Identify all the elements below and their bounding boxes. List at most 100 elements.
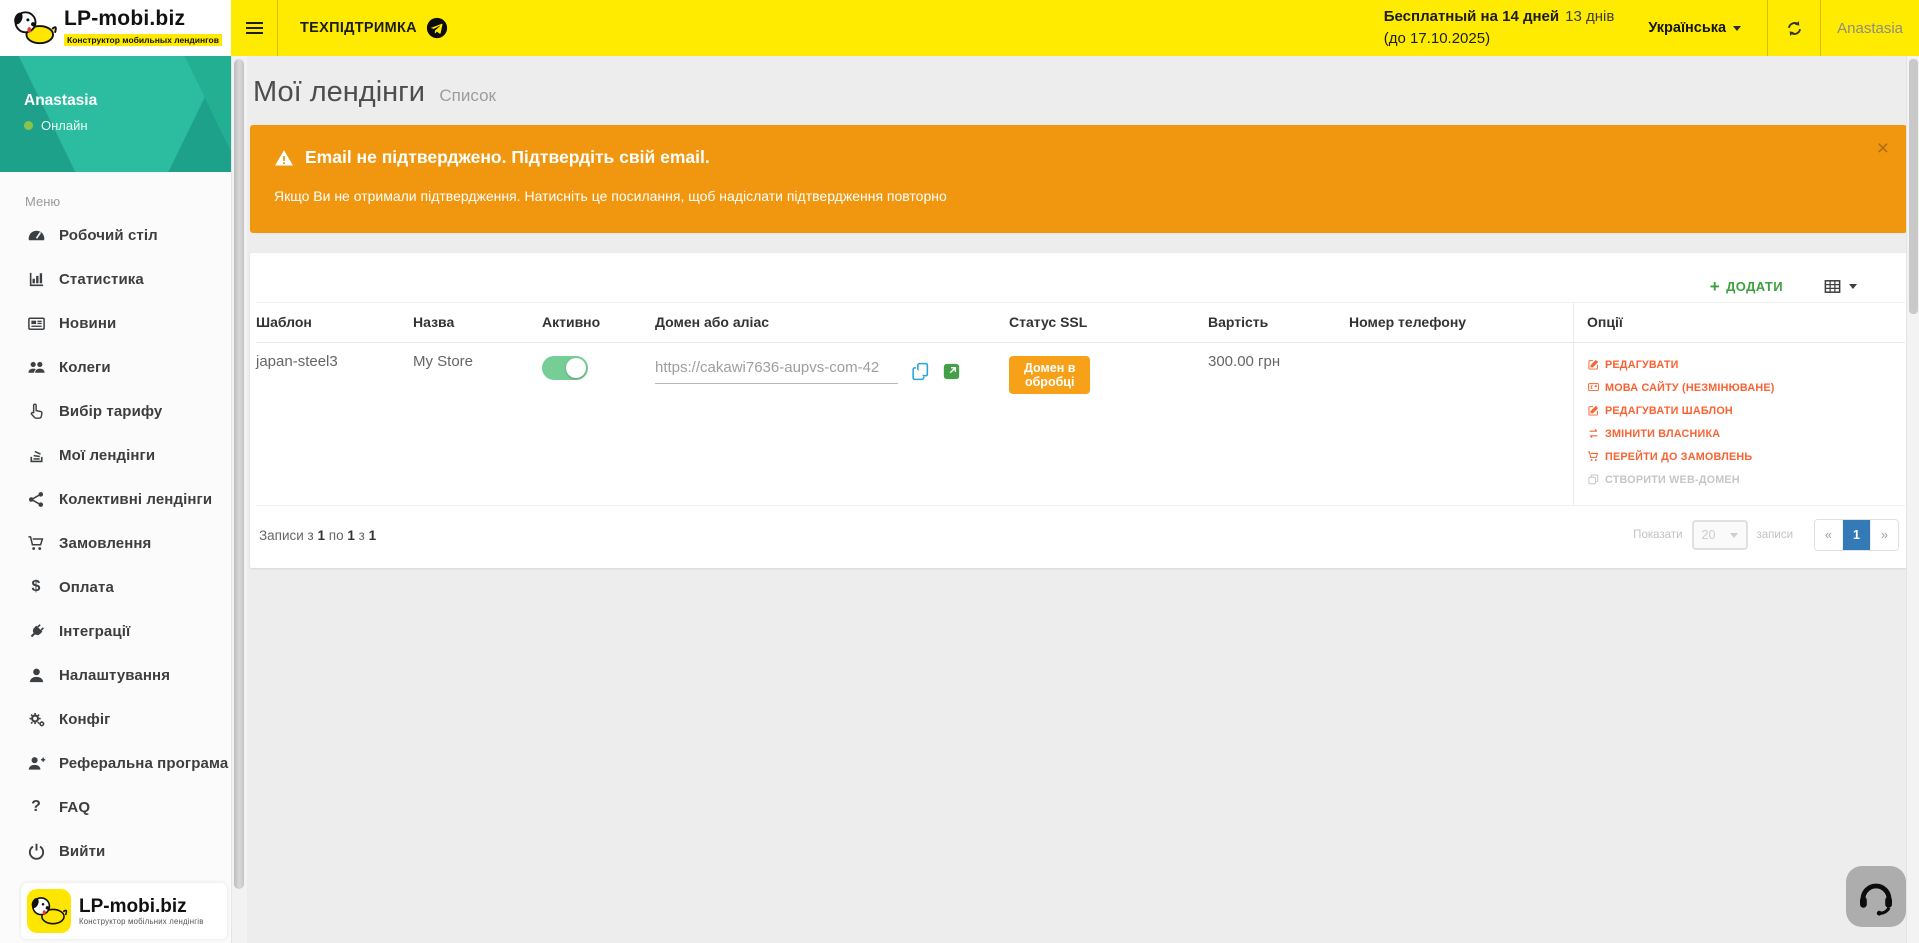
brand-title: LP-mobi.biz bbox=[64, 8, 222, 30]
exchange-icon bbox=[1587, 427, 1600, 440]
column-header-active[interactable]: Активно bbox=[542, 302, 655, 343]
newspaper-icon bbox=[26, 313, 46, 333]
landings-panel: + ДОДАТИ Шаблон Назва Активно Домен або … bbox=[250, 253, 1907, 568]
alert-title: Email не підтверджено. Підтвердіть свій … bbox=[305, 147, 710, 168]
column-header-phone[interactable]: Номер телефону bbox=[1349, 302, 1573, 343]
page-header: Мої лендінги Список bbox=[250, 56, 1907, 125]
sidebar-item-collective-landings[interactable]: Колективні лендінги bbox=[0, 477, 231, 521]
trial-days-left: 13 днів bbox=[1565, 8, 1614, 25]
sidebar-scrollbar[interactable] bbox=[231, 56, 247, 943]
option-create-web-domain: СТВОРИТИ WEB-ДОМЕН bbox=[1587, 468, 1897, 491]
option-edit-template[interactable]: РЕДАГУВАТИ ШАБЛОН bbox=[1587, 399, 1897, 422]
hand-pointer-icon bbox=[26, 401, 46, 421]
panel-toolbar: + ДОДАТИ bbox=[252, 253, 1905, 302]
sidebar-item-integrations[interactable]: Інтеграції bbox=[0, 609, 231, 653]
scrollbar-thumb[interactable] bbox=[234, 59, 244, 889]
sidebar-footer-logo[interactable]: LP-mobi.biz Конструктор мобільних лендін… bbox=[21, 883, 227, 939]
sidebar-item-dashboard[interactable]: Робочий стіл bbox=[0, 213, 231, 257]
plus-icon: + bbox=[1710, 280, 1720, 294]
sidebar-profile: Anastasia Онлайн bbox=[0, 56, 231, 172]
cell-domain bbox=[655, 343, 1009, 506]
toggle-knob bbox=[566, 358, 586, 378]
topbar-username[interactable]: Anastasia bbox=[1821, 0, 1919, 56]
stack-icon bbox=[26, 445, 46, 465]
copy-icon[interactable] bbox=[910, 361, 931, 382]
pagination-page-1[interactable]: 1 bbox=[1843, 520, 1871, 550]
user-plus-icon bbox=[26, 753, 46, 773]
option-edit[interactable]: РЕДАГУВАТИ bbox=[1587, 353, 1897, 376]
records-label: записи bbox=[1757, 529, 1794, 541]
add-landing-button[interactable]: + ДОДАТИ bbox=[1710, 279, 1783, 294]
table-footer: Записи з 1 по 1 з 1 Показати 20 записи « bbox=[252, 506, 1905, 568]
sidebar-toggle-button[interactable] bbox=[231, 0, 277, 56]
records-info: Записи з 1 по 1 з 1 bbox=[259, 528, 376, 543]
sidebar-item-news[interactable]: Новини bbox=[0, 301, 231, 345]
sidebar-item-colleagues[interactable]: Колеги bbox=[0, 345, 231, 389]
column-header-name[interactable]: Назва bbox=[413, 302, 542, 343]
users-icon bbox=[26, 357, 46, 377]
sidebar-item-config[interactable]: Конфіг bbox=[0, 697, 231, 741]
page-subtitle: Список bbox=[439, 86, 496, 105]
cogs-icon bbox=[26, 709, 46, 729]
table-columns-button[interactable] bbox=[1823, 277, 1857, 296]
sidebar-item-referral[interactable]: Реферальна програма bbox=[0, 741, 231, 785]
sidebar-item-statistics[interactable]: Статистика bbox=[0, 257, 231, 301]
warning-icon bbox=[274, 148, 294, 168]
sidebar-item-faq[interactable]: ? FAQ bbox=[0, 785, 231, 829]
column-header-domain[interactable]: Домен або аліас bbox=[655, 302, 1009, 343]
edit-icon bbox=[1587, 358, 1600, 371]
page-size-select[interactable]: 20 bbox=[1692, 520, 1748, 550]
language-selector[interactable]: Українська bbox=[1648, 0, 1741, 56]
main-content: Мої лендінги Список Email не підтверджен… bbox=[247, 56, 1907, 943]
option-site-language[interactable]: МОВА САЙТУ (НЕЗМІНЮВАНЕ) bbox=[1587, 376, 1897, 399]
pagination-next-button[interactable]: » bbox=[1871, 520, 1898, 550]
column-header-options: Опції bbox=[1573, 302, 1905, 343]
support-chat-button[interactable] bbox=[1846, 866, 1906, 927]
sidebar-item-logout[interactable]: Вийти bbox=[0, 829, 231, 873]
pagination-prev-button[interactable]: « bbox=[1815, 520, 1843, 550]
cell-options: РЕДАГУВАТИ МОВА САЙТУ (НЕЗМІНЮВАНЕ) РЕДА… bbox=[1573, 343, 1905, 506]
chevron-down-icon bbox=[1730, 533, 1738, 538]
page-scrollbar[interactable] bbox=[1906, 56, 1919, 943]
support-link[interactable]: ТЕХПІДТРИМКА bbox=[278, 0, 468, 56]
option-go-to-orders[interactable]: ПЕРЕЙТИ ДО ЗАМОВЛЕНЬ bbox=[1587, 445, 1897, 468]
active-toggle[interactable] bbox=[542, 356, 588, 380]
landings-table: Шаблон Назва Активно Домен або аліас Ста… bbox=[256, 302, 1905, 506]
footer-brand-title: LP-mobi.biz bbox=[79, 897, 204, 917]
alert-text: Якщо Ви не отримали підтвердження. bbox=[274, 188, 524, 204]
column-header-price[interactable]: Вартість bbox=[1208, 302, 1349, 343]
sidebar-item-my-landings[interactable]: Мої лендінги bbox=[0, 433, 231, 477]
profile-status-label: Онлайн bbox=[41, 118, 88, 133]
close-icon[interactable]: × bbox=[1877, 139, 1889, 159]
column-header-ssl[interactable]: Статус SSL bbox=[1009, 302, 1208, 343]
cell-template: japan-steel3 bbox=[256, 343, 413, 506]
profile-status: Онлайн bbox=[24, 118, 88, 133]
page-title: Мої лендінги bbox=[253, 76, 425, 108]
email-warning-banner: Email не підтверджено. Підтвердіть свій … bbox=[250, 125, 1907, 233]
resend-confirmation-link[interactable]: Натисніть це посилання, щоб надіслати пі… bbox=[524, 188, 946, 204]
cart-icon bbox=[1587, 450, 1600, 463]
ssl-status-badge[interactable]: Домен в обробці bbox=[1009, 356, 1090, 394]
external-link-icon[interactable] bbox=[943, 363, 960, 380]
option-change-owner[interactable]: ЗМІНИТИ ВЛАСНИКА bbox=[1587, 422, 1897, 445]
column-header-template[interactable]: Шаблон bbox=[256, 302, 413, 343]
cell-active bbox=[542, 343, 655, 506]
refresh-icon bbox=[1785, 19, 1804, 38]
table-grid-icon bbox=[1823, 277, 1842, 296]
refresh-button[interactable] bbox=[1768, 0, 1820, 56]
scrollbar-thumb[interactable] bbox=[1909, 59, 1918, 314]
sidebar-item-payment[interactable]: $ Оплата bbox=[0, 565, 231, 609]
sidebar-item-tariff[interactable]: Вибір тарифу bbox=[0, 389, 231, 433]
sidebar-item-orders[interactable]: Замовлення bbox=[0, 521, 231, 565]
brand-logo[interactable]: LP-mobi.biz Конструктор мобильных лендин… bbox=[0, 0, 231, 56]
dashboard-icon bbox=[26, 225, 46, 245]
user-icon bbox=[26, 665, 46, 685]
domain-input[interactable] bbox=[655, 359, 898, 384]
question-icon: ? bbox=[26, 798, 46, 816]
trial-until-date: (до 17.10.2025) bbox=[1384, 28, 1615, 50]
share-icon bbox=[26, 489, 46, 509]
edit-icon bbox=[1587, 404, 1600, 417]
sidebar-item-settings[interactable]: Налаштування bbox=[0, 653, 231, 697]
trial-plan-name: Бесплатный на 14 дней bbox=[1384, 8, 1559, 25]
cell-phone bbox=[1349, 343, 1573, 506]
